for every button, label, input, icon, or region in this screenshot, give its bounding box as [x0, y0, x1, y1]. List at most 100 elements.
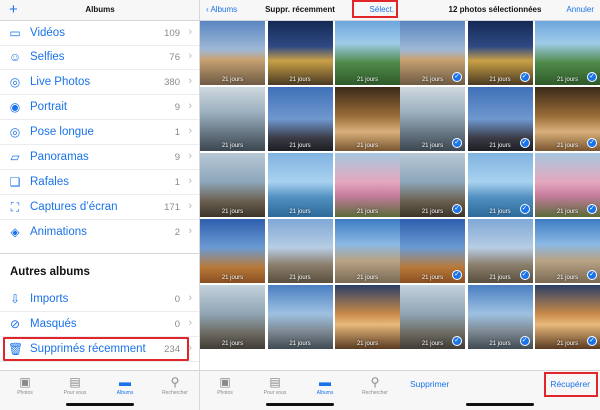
tab-albums[interactable]: ▬ Albums	[300, 375, 350, 396]
checkmark-icon: ✓	[587, 138, 597, 148]
photo-thumbnail[interactable]: 21 jours	[200, 21, 265, 85]
photo-thumbnail[interactable]: 21 jours ✓	[467, 219, 533, 283]
album-row-burst[interactable]: ❏ Rafales 1 ›	[0, 171, 199, 195]
photo-thumbnail[interactable]: 21 jours ✓	[467, 87, 533, 151]
days-remaining-label: 21 jours	[221, 77, 244, 83]
tab-label: Pour vous	[263, 390, 287, 396]
album-row-screenshots[interactable]: ⛶ Captures d’écran 171 ›	[0, 196, 199, 220]
photo-thumbnail[interactable]: 21 jours ✓	[400, 219, 465, 283]
photo-thumbnail[interactable]: 21 jours	[267, 285, 333, 349]
days-remaining-label: 21 jours	[221, 341, 244, 347]
tab-bar: ▣ Photos ▤ Pour vous ▬ Albums ⚲ Rechercher	[200, 370, 400, 410]
photo-thumbnail[interactable]: 21 jours ✓	[400, 21, 465, 85]
photo-thumbnail[interactable]: 21 jours ✓	[535, 87, 600, 151]
tab-search[interactable]: ⚲ Rechercher	[350, 375, 400, 396]
checkmark-icon: ✓	[519, 336, 530, 346]
selection-nav-bar: 12 photos sélectionnées Annuler	[400, 0, 600, 21]
checkmark-icon: ✓	[587, 204, 597, 214]
days-remaining-label: 21 jours	[221, 143, 244, 149]
days-remaining-label: 21 jours	[289, 341, 311, 347]
photo-thumbnail[interactable]: 21 jours	[200, 219, 265, 283]
photo-thumbnail[interactable]: 21 jours ✓	[400, 87, 465, 151]
chevron-right-icon: ›	[188, 50, 192, 62]
album-row-videos[interactable]: ▭ Vidéos 109 ›	[0, 22, 199, 46]
checkmark-icon: ✓	[519, 72, 530, 82]
recently-deleted-panel: ‹ Albums Suppr. récemment Sélect. 21 jou…	[200, 0, 400, 410]
album-label: Portrait	[30, 101, 68, 113]
photo-thumbnail[interactable]: 21 jours	[200, 153, 265, 217]
photo-thumbnail[interactable]: 21 jours ✓	[400, 153, 465, 217]
chevron-right-icon: ›	[188, 26, 192, 38]
album-label: Pose longue	[30, 126, 94, 138]
days-remaining-label: 21 jours	[289, 77, 311, 83]
chevron-right-icon: ›	[188, 317, 192, 329]
album-label: Animations	[30, 226, 87, 238]
tab-label: Rechercher	[162, 390, 188, 396]
photo-thumbnail[interactable]: 21 jours ✓	[400, 285, 465, 349]
checkmark-icon: ✓	[452, 270, 462, 280]
days-remaining-label: 21 jours	[356, 77, 379, 83]
photo-thumbnail[interactable]: 21 jours	[267, 219, 333, 283]
photo-thumbnail[interactable]: 21 jours ✓	[535, 219, 600, 283]
tab-label: Photos	[217, 390, 233, 396]
tab-search[interactable]: ⚲ Rechercher	[150, 375, 199, 396]
album-label: Live Photos	[30, 76, 91, 88]
home-indicator	[266, 403, 334, 406]
album-label: Rafales	[30, 176, 69, 188]
photo-thumbnail[interactable]: 21 jours ✓	[467, 285, 533, 349]
photo-thumbnail[interactable]: 21 jours ✓	[535, 285, 600, 349]
portrait-icon: ◉	[9, 100, 21, 114]
album-row-live-photos[interactable]: ◎ Live Photos 380 ›	[0, 71, 199, 95]
photo-thumbnail[interactable]: 21 jours	[267, 21, 333, 85]
album-row-imports[interactable]: ⇩ Imports 0 ›	[0, 288, 199, 312]
album-row-panoramas[interactable]: ▱ Panoramas 9 ›	[0, 146, 199, 170]
days-remaining-label: 21 jours	[356, 209, 379, 215]
album-row-animations[interactable]: ◈ Animations 2 ›	[0, 221, 199, 245]
photo-thumbnail[interactable]: 21 jours	[335, 21, 400, 85]
photo-thumbnail[interactable]: 21 jours	[200, 87, 265, 151]
home-indicator	[66, 403, 134, 406]
chevron-right-icon: ›	[188, 150, 192, 162]
tab-for-you[interactable]: ▤ Pour vous	[250, 375, 300, 396]
long-exposure-icon: ◎	[9, 125, 21, 139]
chevron-right-icon: ›	[188, 75, 192, 87]
photo-grid: 21 jours ✓ 21 jours ✓ 21 jours ✓ 21 jours ✓ 21 j…	[400, 21, 600, 370]
days-remaining-label: 21 jours	[289, 209, 311, 215]
selection-title: 12 photos sélectionnées	[448, 5, 542, 14]
album-row-long-exposure[interactable]: ◎ Pose longue 1 ›	[0, 121, 199, 145]
photo-thumbnail[interactable]: 21 jours ✓	[467, 21, 533, 85]
album-row-hidden[interactable]: ⊘ Masqués 0 ›	[0, 313, 199, 337]
video-icon: ▭	[9, 26, 21, 40]
photo-thumbnail[interactable]: 21 jours ✓	[535, 153, 600, 217]
album-count: 1	[174, 177, 180, 188]
album-row-selfies[interactable]: ☺ Selfies 76 ›	[0, 46, 199, 70]
checkmark-icon: ✓	[587, 336, 597, 346]
album-count: 171	[164, 202, 180, 213]
search-icon: ⚲	[170, 375, 180, 389]
photo-thumbnail[interactable]: 21 jours	[335, 153, 400, 217]
chevron-right-icon: ›	[188, 200, 192, 212]
tab-label: Albums	[316, 390, 334, 396]
album-row-portrait[interactable]: ◉ Portrait 9 ›	[0, 96, 199, 120]
photo-thumbnail[interactable]: 21 jours ✓	[535, 21, 600, 85]
cancel-button[interactable]: Annuler	[566, 0, 594, 20]
delete-button[interactable]: Supprimer	[410, 379, 449, 389]
tab-photos[interactable]: ▣ Photos	[0, 375, 50, 396]
tab-photos[interactable]: ▣ Photos	[200, 375, 250, 396]
photo-thumbnail[interactable]: 21 jours ✓	[467, 153, 533, 217]
albums-icon: ▬	[319, 375, 331, 389]
burst-icon: ❏	[9, 175, 21, 189]
tab-for-you[interactable]: ▤ Pour vous	[50, 375, 100, 396]
tab-albums[interactable]: ▬ Albums	[100, 375, 150, 396]
photo-thumbnail[interactable]: 21 jours	[335, 219, 400, 283]
photo-thumbnail[interactable]: 21 jours	[267, 153, 333, 217]
days-remaining-label: 21 jours	[289, 143, 311, 149]
for-you-icon: ▤	[269, 375, 281, 389]
photo-thumbnail[interactable]: 21 jours	[335, 87, 400, 151]
albums-panel: + Albums ▭ Vidéos 109 › ☺ Selfies 76 › ◎…	[0, 0, 200, 410]
photo-thumbnail[interactable]: 21 jours	[267, 87, 333, 151]
checkmark-icon: ✓	[519, 204, 530, 214]
photo-thumbnail[interactable]: 21 jours	[335, 285, 400, 349]
album-label: Masqués	[30, 318, 77, 330]
photo-thumbnail[interactable]: 21 jours	[200, 285, 265, 349]
